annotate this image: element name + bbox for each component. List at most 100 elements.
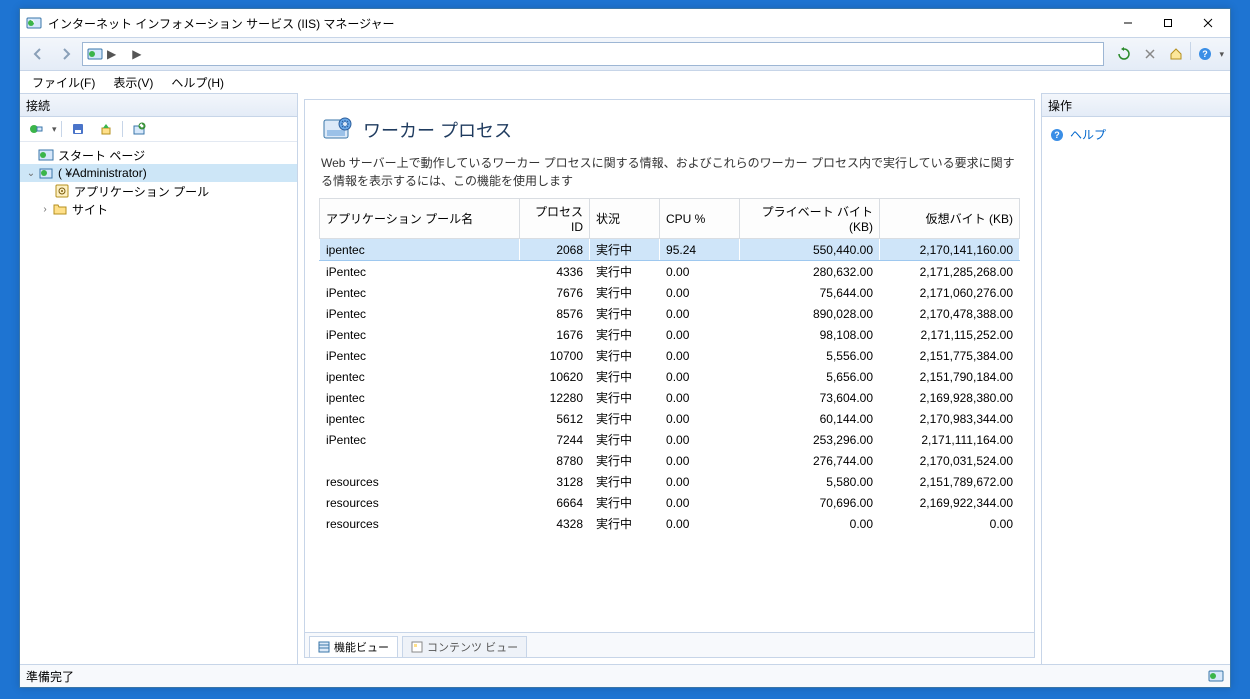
up-icon[interactable]: [94, 117, 118, 141]
breadcrumb-sep: ▶: [132, 47, 141, 61]
col-cpu[interactable]: CPU %: [660, 199, 740, 239]
table-row[interactable]: 8780実行中0.00276,744.002,170,031,524.00: [320, 450, 1020, 471]
table-row[interactable]: ipentec12280実行中0.0073,604.002,169,928,38…: [320, 387, 1020, 408]
refresh-tree-icon[interactable]: [127, 117, 151, 141]
cell-state: 実行中: [590, 345, 660, 366]
tree-sites[interactable]: › サイト: [20, 200, 297, 218]
iis-icon: [26, 15, 42, 31]
refresh-button[interactable]: [1112, 42, 1136, 66]
save-icon[interactable]: [66, 117, 90, 141]
cell-virtual: 2,171,060,276.00: [880, 282, 1020, 303]
cell-private: 0.00: [740, 513, 880, 534]
address-bar[interactable]: ▶ ▶: [82, 42, 1104, 66]
cell-state: 実行中: [590, 324, 660, 345]
col-private[interactable]: プライベート バイト (KB): [740, 199, 880, 239]
cell-name: iPentec: [320, 345, 520, 366]
main-body: 接続 ▾ スタート ページ ⌄ (: [20, 93, 1230, 664]
status-text: 準備完了: [26, 668, 74, 685]
table-row[interactable]: ipentec2068実行中95.24550,440.002,170,141,1…: [320, 239, 1020, 261]
table-row[interactable]: resources4328実行中0.000.000.00: [320, 513, 1020, 534]
tree-server-node[interactable]: ⌄ ( ¥Administrator): [20, 164, 297, 182]
cell-virtual: 2,171,111,164.00: [880, 429, 1020, 450]
connections-pane: 接続 ▾ スタート ページ ⌄ (: [20, 93, 298, 664]
table-row[interactable]: iPentec8576実行中0.00890,028.002,170,478,38…: [320, 303, 1020, 324]
cell-private: 276,744.00: [740, 450, 880, 471]
back-button[interactable]: [26, 42, 50, 66]
sites-folder-icon: [52, 201, 68, 217]
center-pane: ワーカー プロセス Web サーバー上で動作しているワーカー プロセスに関する情…: [298, 93, 1042, 664]
cell-cpu: 0.00: [660, 492, 740, 513]
column-header-row[interactable]: アプリケーション プール名 プロセス ID 状況 CPU % プライベート バイ…: [320, 199, 1020, 239]
cell-pid: 12280: [520, 387, 590, 408]
cell-state: 実行中: [590, 239, 660, 261]
table-row[interactable]: iPentec1676実行中0.0098,108.002,171,115,252…: [320, 324, 1020, 345]
col-name[interactable]: アプリケーション プール名: [320, 199, 520, 239]
cell-state: 実行中: [590, 261, 660, 283]
tab-features-view[interactable]: 機能ビュー: [309, 636, 398, 657]
cell-name: iPentec: [320, 261, 520, 283]
cell-cpu: 95.24: [660, 239, 740, 261]
cell-virtual: 2,151,789,672.00: [880, 471, 1020, 492]
tree-app-pools[interactable]: アプリケーション プール: [20, 182, 297, 200]
table-row[interactable]: ipentec5612実行中0.0060,144.002,170,983,344…: [320, 408, 1020, 429]
view-tabs: 機能ビュー コンテンツ ビュー: [305, 632, 1034, 657]
server-icon: [38, 165, 54, 181]
table-row[interactable]: iPentec7244実行中0.00253,296.002,171,111,16…: [320, 429, 1020, 450]
table-row[interactable]: resources6664実行中0.0070,696.002,169,922,3…: [320, 492, 1020, 513]
cell-private: 280,632.00: [740, 261, 880, 283]
col-state[interactable]: 状況: [590, 199, 660, 239]
cell-pid: 7676: [520, 282, 590, 303]
table-row[interactable]: iPentec10700実行中0.005,556.002,151,775,384…: [320, 345, 1020, 366]
tab-label: 機能ビュー: [334, 639, 389, 655]
col-pid[interactable]: プロセス ID: [520, 199, 590, 239]
worker-process-grid[interactable]: アプリケーション プール名 プロセス ID 状況 CPU % プライベート バイ…: [305, 198, 1034, 632]
collapse-icon[interactable]: ⌄: [24, 168, 38, 179]
tree-label: ( ¥Administrator): [58, 166, 147, 180]
connections-toolbar: ▾: [20, 117, 297, 142]
connect-icon[interactable]: [24, 117, 48, 141]
cell-virtual: 2,170,983,344.00: [880, 408, 1020, 429]
tab-content-view[interactable]: コンテンツ ビュー: [402, 636, 527, 657]
col-virtual[interactable]: 仮想バイト (KB): [880, 199, 1020, 239]
navigation-bar: ▶ ▶ ? ▾: [20, 37, 1230, 71]
cell-pid: 8780: [520, 450, 590, 471]
stop-button[interactable]: [1138, 42, 1162, 66]
action-help[interactable]: ? ヘルプ: [1048, 123, 1224, 146]
table-row[interactable]: ipentec10620実行中0.005,656.002,151,790,184…: [320, 366, 1020, 387]
expand-icon[interactable]: ›: [38, 204, 52, 215]
cell-state: 実行中: [590, 429, 660, 450]
tree-start-page[interactable]: スタート ページ: [20, 146, 297, 164]
minimize-button[interactable]: [1108, 10, 1148, 36]
table-row[interactable]: resources3128実行中0.005,580.002,151,789,67…: [320, 471, 1020, 492]
table-row[interactable]: iPentec4336実行中0.00280,632.002,171,285,26…: [320, 261, 1020, 283]
menu-file[interactable]: ファイル(F): [24, 72, 103, 93]
menu-bar: ファイル(F) 表示(V) ヘルプ(H): [20, 71, 1230, 93]
cell-pid: 3128: [520, 471, 590, 492]
cell-cpu: 0.00: [660, 429, 740, 450]
cell-state: 実行中: [590, 492, 660, 513]
cell-name: ipentec: [320, 387, 520, 408]
connections-tree[interactable]: スタート ページ ⌄ ( ¥Administrator) アプリケーション プー…: [20, 142, 297, 664]
close-button[interactable]: [1188, 10, 1228, 36]
cell-private: 5,556.00: [740, 345, 880, 366]
cell-cpu: 0.00: [660, 471, 740, 492]
app-pool-icon: [54, 183, 70, 199]
cell-private: 73,604.00: [740, 387, 880, 408]
cell-pid: 4328: [520, 513, 590, 534]
svg-text:?: ?: [1203, 49, 1209, 59]
cell-name: [320, 450, 520, 471]
table-row[interactable]: iPentec7676実行中0.0075,644.002,171,060,276…: [320, 282, 1020, 303]
menu-help[interactable]: ヘルプ(H): [163, 72, 232, 93]
forward-button[interactable]: [54, 42, 78, 66]
menu-view[interactable]: 表示(V): [105, 72, 161, 93]
iis-manager-window: インターネット インフォメーション サービス (IIS) マネージャー ▶ ▶ …: [19, 8, 1231, 688]
cell-cpu: 0.00: [660, 303, 740, 324]
tree-label: スタート ページ: [58, 147, 145, 164]
cell-private: 70,696.00: [740, 492, 880, 513]
cell-name: iPentec: [320, 324, 520, 345]
home-button[interactable]: [1164, 42, 1188, 66]
content-view-icon: [411, 641, 423, 653]
cell-state: 実行中: [590, 408, 660, 429]
maximize-button[interactable]: [1148, 10, 1188, 36]
help-button[interactable]: ?: [1193, 42, 1217, 66]
